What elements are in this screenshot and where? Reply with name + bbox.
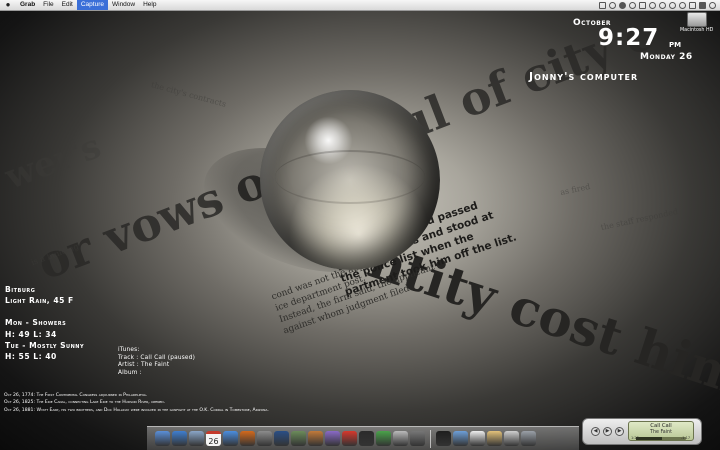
history-line: Oct 26, 1825: The Erie Canal, connecting…	[4, 400, 166, 406]
itunes-info: iTunes: Track : Call Call (paused) Artis…	[118, 347, 195, 377]
folder-icon[interactable]	[453, 431, 468, 446]
iphoto-icon[interactable]	[291, 431, 306, 446]
document-icon-2[interactable]	[487, 431, 502, 446]
wallpaper-headline-top: wer's	[0, 126, 107, 198]
elapsed-time: 1:23	[631, 436, 639, 440]
weather-mon-temps: H: 49 L: 34	[5, 329, 57, 339]
progress-bar[interactable]	[636, 437, 686, 440]
menu-extra-icon-2[interactable]	[609, 1, 616, 9]
menu-extra-icon-5[interactable]	[639, 1, 646, 9]
itunes-album: Album :	[118, 369, 142, 376]
clock-ampm: PM	[669, 41, 682, 49]
faint-line: as fired	[559, 181, 592, 198]
widget-artist: The Faint	[650, 430, 672, 435]
dock: 26	[147, 426, 579, 450]
weather-widget: Bitburg Light Rain, 45 F Mon - Showers H…	[5, 284, 84, 362]
faint-line: the staff responded	[599, 206, 679, 233]
itunes-header: iTunes:	[118, 347, 140, 353]
wifi-icon[interactable]	[679, 1, 686, 9]
play-button[interactable]: ▶	[603, 427, 612, 436]
menu-app-grab[interactable]: Grab	[16, 0, 39, 10]
weather-tue: Tue - Mostly Sunny	[5, 340, 85, 350]
app-icon-13[interactable]	[359, 431, 374, 446]
computer-name: Jonny's computer	[529, 70, 639, 83]
menu-file[interactable]: File	[39, 0, 57, 10]
weather-tue-temps: H: 55 L: 40	[5, 352, 57, 362]
menu-capture[interactable]: Capture	[76, 0, 108, 10]
mail-icon[interactable]	[189, 431, 204, 446]
sync-icon[interactable]	[669, 1, 676, 9]
previous-track-button[interactable]: ◀	[591, 427, 600, 436]
menu-edit[interactable]: Edit	[58, 0, 77, 10]
menu-extra-icon-3[interactable]	[619, 1, 626, 9]
battery-icon[interactable]	[699, 1, 706, 9]
volume-icon[interactable]	[689, 1, 696, 9]
widget-track-title: Call Call	[650, 423, 672, 429]
document-icon[interactable]	[470, 431, 485, 446]
itunes-icon[interactable]	[223, 431, 238, 446]
history-feed: Oct 26, 1774: The First Continental Cong…	[4, 392, 269, 414]
remaining-time: -1:17	[681, 436, 691, 440]
faint-line: the city's contracts	[150, 80, 228, 109]
weather-current: Light Rain, 45 F	[5, 296, 74, 306]
clock-time: 9:27	[598, 25, 660, 51]
itunes-artist: Artist : The Faint	[118, 362, 170, 369]
app-icon-10[interactable]	[308, 431, 323, 446]
app-icon-12[interactable]	[342, 431, 357, 446]
firefox-icon[interactable]	[240, 431, 255, 446]
apple-menu-icon[interactable]: ●	[4, 1, 12, 9]
progress-fill	[636, 437, 662, 440]
photoshop-icon[interactable]	[274, 431, 289, 446]
system-prefs-icon[interactable]	[257, 431, 272, 446]
terminal-icon[interactable]	[436, 431, 451, 446]
history-line: Oct 26, 1774: The First Continental Cong…	[4, 393, 148, 398]
dock-separator	[430, 429, 431, 448]
menu-help[interactable]: Help	[139, 0, 160, 10]
weather-mon: Mon - Showers	[5, 318, 67, 328]
hard-drive-label[interactable]: Macintosh HD	[680, 28, 713, 33]
safari-icon[interactable]	[172, 431, 187, 446]
menu-extra-icon-4[interactable]	[629, 1, 636, 9]
hard-drive-icon[interactable]	[687, 12, 707, 27]
menu-window[interactable]: Window	[108, 0, 139, 10]
menu-extra-icon-1[interactable]	[599, 1, 606, 9]
bluetooth-icon[interactable]	[649, 1, 656, 9]
app-icon-15[interactable]	[393, 431, 408, 446]
trash-icon[interactable]	[521, 431, 536, 446]
ical-icon[interactable]: 26	[206, 431, 221, 446]
sphere-reflection	[275, 150, 425, 204]
clock-day: Monday 26	[640, 52, 693, 62]
document-icon-3[interactable]	[504, 431, 519, 446]
finder-icon[interactable]	[155, 431, 170, 446]
spotlight-icon[interactable]	[709, 1, 716, 9]
itunes-track: Track : Call Call (paused)	[118, 354, 196, 361]
weather-location: Bitburg	[5, 285, 36, 294]
app-icon-16[interactable]	[410, 431, 425, 446]
history-line: Oct 26, 1881: Wyatt Earp, his two brothe…	[4, 407, 269, 413]
app-icon-11[interactable]	[325, 431, 340, 446]
time-machine-icon[interactable]	[659, 1, 666, 9]
status-menu-extras	[599, 0, 716, 10]
app-icon-14[interactable]	[376, 431, 391, 446]
next-track-button[interactable]: ▶	[615, 427, 624, 436]
